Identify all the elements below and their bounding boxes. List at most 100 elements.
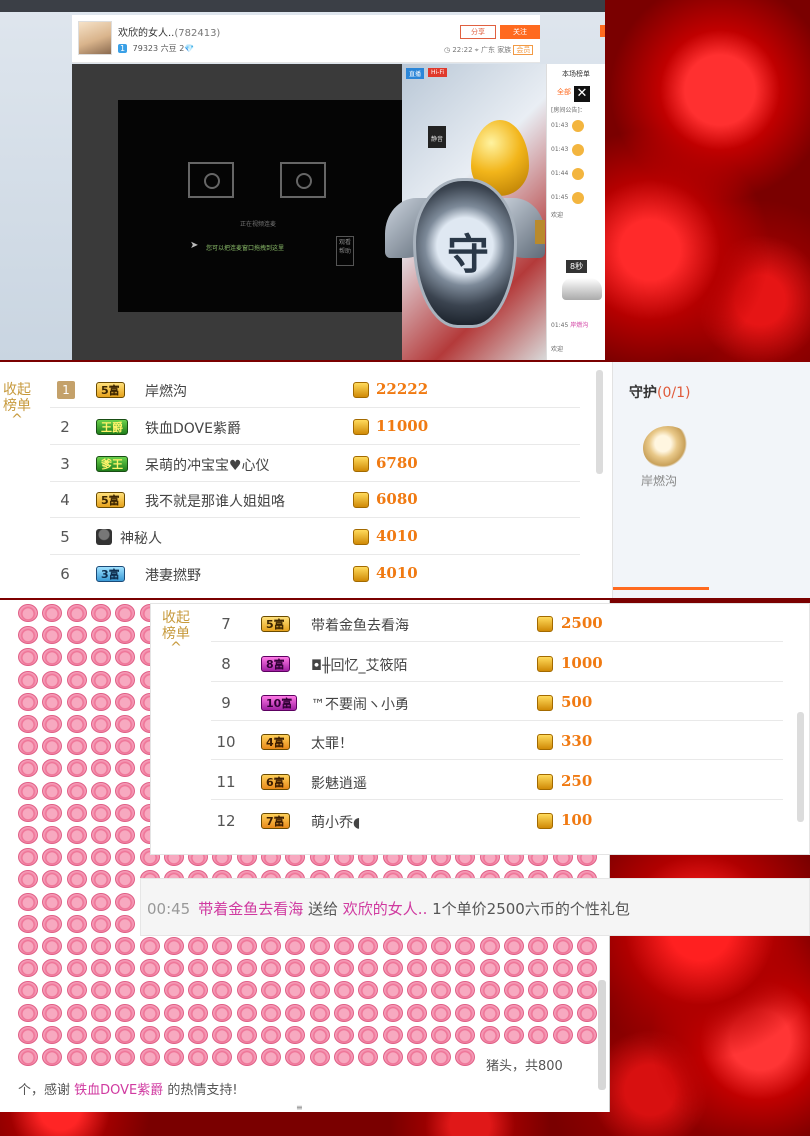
table-row[interactable]: 1 5富 岸燃沟 22222 [50, 372, 580, 408]
scrollbar[interactable] [596, 370, 603, 474]
pig-head-icon [66, 803, 87, 822]
pig-head-icon [333, 1048, 354, 1066]
pig-head-icon [552, 937, 573, 955]
table-row[interactable]: 8 8富 ◘╫回忆_艾筱陌 1000 [211, 646, 783, 682]
table-row[interactable]: 6 3富 港妻撚野 4010 [50, 556, 580, 592]
pig-head-icon [528, 1003, 549, 1022]
table-row[interactable]: 2 王爵 铁血DOVE紫爵 11000 [50, 409, 580, 445]
thanks-user[interactable]: 铁血DOVE紫爵 [74, 1083, 163, 1098]
user-name[interactable]: 太罪！ [311, 733, 353, 753]
avatar[interactable] [78, 21, 112, 55]
side-accent-tab[interactable] [600, 25, 605, 37]
gift-amount: 6080 [376, 490, 418, 508]
pig-head-icon [90, 803, 111, 822]
pig-head-icon [18, 692, 38, 711]
pig-head-icon [261, 981, 281, 1000]
user-name[interactable]: 呆萌的冲宝宝♥心仪 [145, 455, 270, 475]
user-name[interactable]: ™不要闹ヽ小勇 [311, 694, 409, 714]
guard-member-name[interactable]: 岸燃沟 [641, 472, 677, 489]
pig-head-icon [90, 648, 111, 667]
scrollbar[interactable] [598, 980, 606, 1090]
pig-head-icon [18, 848, 38, 867]
close-icon[interactable]: ✕ [574, 86, 590, 102]
table-row[interactable]: 9 10富 ™不要闹ヽ小勇 500 [211, 685, 783, 721]
pig-head-icon [479, 1025, 500, 1044]
user-name[interactable]: 岸燃沟 [145, 381, 187, 401]
pig-head-icon [42, 892, 63, 911]
side-row: 01:43 [551, 138, 605, 162]
side-rank-title[interactable]: 本场榜单 [547, 70, 605, 79]
side-bottom-welcome: 欢迎 [551, 346, 564, 353]
location-pin-icon: ⌖ [474, 46, 479, 54]
pig-head-icon [90, 981, 111, 1000]
pig-head-icon [455, 959, 476, 978]
user-name[interactable]: 影魅逍遥 [311, 773, 367, 793]
family-tag[interactable]: 会员 [513, 45, 534, 55]
collapse-rank-button[interactable]: 收起 榜单 ^ [0, 382, 34, 427]
side-row-time: 01:43 [551, 146, 569, 153]
user-name[interactable]: 港妻撚野 [145, 565, 201, 585]
pig-head-icon [552, 1003, 573, 1022]
pig-head-icon [90, 1048, 111, 1066]
pig-head-icon [18, 914, 38, 933]
user-name[interactable]: 我不就是那谁人姐姐咯 [145, 491, 285, 511]
table-row[interactable]: 5 神秘人 4010 [50, 519, 580, 555]
coin-icon [353, 492, 369, 508]
pig-head-icon [455, 981, 476, 1000]
user-name[interactable]: 萌小乔◖ [311, 812, 360, 832]
guard-member-avatar[interactable] [643, 426, 693, 470]
pig-head-icon [285, 1003, 306, 1022]
collapse-label: 收起 [3, 382, 31, 398]
pig-head-icon [333, 959, 354, 978]
pig-head-icon [382, 1003, 403, 1022]
pig-head-icon [18, 648, 38, 667]
pig-head-icon [90, 914, 111, 933]
user-name[interactable]: 铁血DOVE紫爵 [145, 418, 241, 438]
resize-handle-icon[interactable]: ≡ [296, 1103, 303, 1112]
browser-top-bar [0, 0, 605, 12]
follow-button[interactable]: 关注 [500, 25, 540, 39]
hifi-tag[interactable]: Hi-Fi [428, 68, 448, 77]
pig-head-icon [285, 1025, 306, 1044]
table-row[interactable]: 10 4富 太罪！ 330 [211, 724, 783, 760]
share-button[interactable]: 分享 [460, 25, 496, 39]
help-button[interactable]: 观看帮助 [336, 236, 354, 266]
pig-head-icon [139, 981, 160, 1000]
live-tag[interactable]: 直播 [406, 68, 425, 79]
pig-head-icon [188, 1048, 209, 1066]
coin-icon [353, 529, 369, 545]
pig-head-icon [139, 1025, 160, 1044]
pig-head-icon [115, 715, 136, 733]
table-row[interactable]: 11 6富 影魅逍遥 250 [211, 764, 783, 800]
pig-head-icon [66, 848, 87, 867]
user-name[interactable]: 带着金鱼去看海 [311, 615, 409, 635]
pig-head-icon [18, 981, 38, 1000]
user-name[interactable]: ◘╫回忆_艾筱陌 [311, 655, 408, 675]
guard-glyph: 守 [446, 230, 489, 279]
pig-head-icon [504, 937, 524, 955]
scrollbar[interactable] [797, 712, 804, 822]
pig-head-icon [382, 959, 403, 978]
pig-head-icon [333, 1003, 354, 1022]
pig-head-icon [309, 1003, 330, 1022]
table-row[interactable]: 3 爹王 呆萌的冲宝宝♥心仪 6780 [50, 446, 580, 482]
host-name[interactable]: 欢欣的女人..(782413) [118, 24, 220, 39]
pig-head-icon [42, 803, 63, 822]
pig-head-icon [18, 781, 38, 800]
receiver-name[interactable]: 欢欣的女人.. [343, 900, 428, 918]
pig-head-icon [382, 981, 403, 1000]
sender-name[interactable]: 带着金鱼去看海 [198, 900, 303, 918]
pig-head-icon [479, 959, 500, 978]
car-icon [562, 278, 602, 300]
pig-head-icon [42, 715, 63, 733]
side-bottom-user[interactable]: 岸燃沟 [570, 322, 588, 329]
table-row[interactable]: 12 7富 萌小乔◖ 100 [211, 803, 783, 839]
pig-head-icon [236, 1025, 257, 1044]
mystery-person-icon [96, 529, 112, 545]
user-name[interactable]: 神秘人 [120, 528, 162, 548]
collapse-rank-button[interactable]: 收起 榜单 ^ [157, 610, 195, 655]
table-row[interactable]: 7 5富 带着金鱼去看海 2500 [211, 606, 783, 642]
gift-message: 00:45 带着金鱼去看海 送给 欢欣的女人.. 1个单价2500六币的个性礼包 [140, 878, 810, 936]
table-row[interactable]: 4 5富 我不就是那谁人姐姐咯 6080 [50, 482, 580, 518]
pig-head-icon [212, 981, 233, 1000]
